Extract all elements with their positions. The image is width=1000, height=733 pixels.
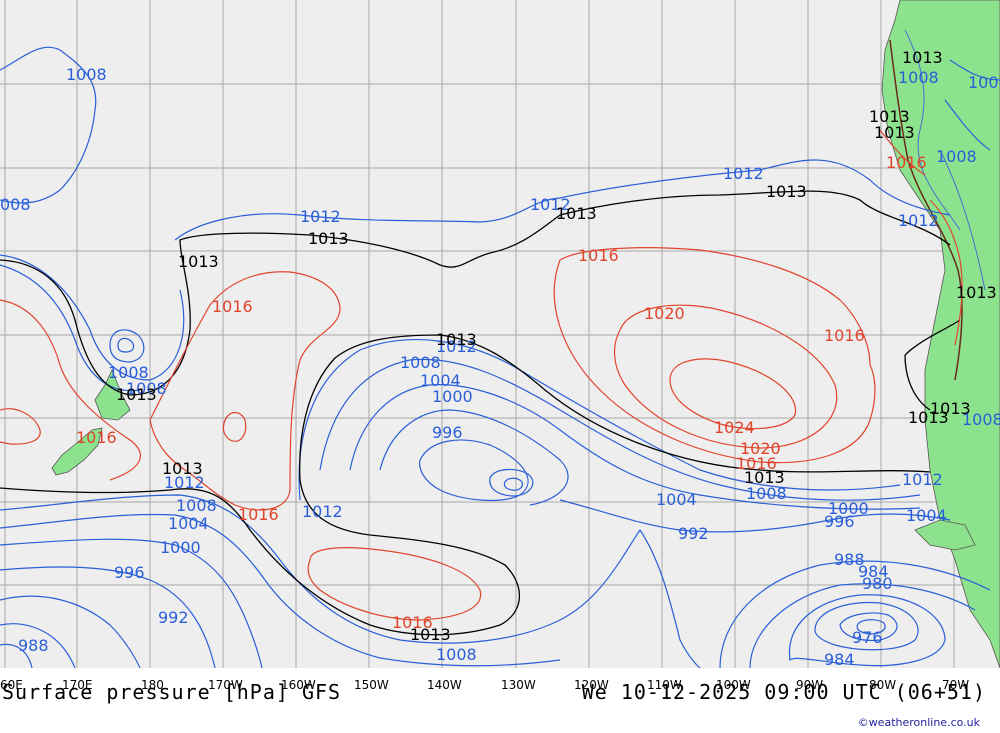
isobar-label: 1013 <box>556 204 597 223</box>
isobar-label: 976 <box>852 628 883 647</box>
isobar-label: 992 <box>678 524 709 543</box>
isobar-label: 1008 <box>176 496 217 515</box>
isobar-label: 1004 <box>168 514 209 533</box>
isobar-label: 1008 <box>436 645 477 664</box>
isobar-label: 996 <box>114 563 145 582</box>
isobar-label: 1012 <box>898 211 939 230</box>
isobar-label: 1020 <box>644 304 685 323</box>
isobar-label: 1013 <box>116 385 157 404</box>
isobar-label: 980 <box>862 574 893 593</box>
isobar-label: 1012 <box>902 470 943 489</box>
lon-tick-140w: 140W <box>427 678 462 692</box>
map-title: Surface pressure [hPa] GFS <box>2 680 342 704</box>
isobar-label: 996 <box>432 423 463 442</box>
isobar-label: 1012 <box>723 164 764 183</box>
isobar-label: 1000 <box>432 387 473 406</box>
isobar-label: 1013 <box>436 330 477 349</box>
isobar-label: 1016 <box>392 613 433 632</box>
isobar-label: 996 <box>824 512 855 531</box>
lon-tick-130w: 130W <box>501 678 536 692</box>
valid-time: We 10-12-2025 09:00 UTC (06+51) <box>581 680 986 704</box>
isobar-label: 1000 <box>160 538 201 557</box>
isobar-label: 1024 <box>714 418 755 437</box>
isobar-label: 992 <box>158 608 189 627</box>
isobar-label: 1013 <box>162 459 203 478</box>
isobar-label: 008 <box>0 195 31 214</box>
isobar-label: 1016 <box>824 326 865 345</box>
isobar-label: 1013 <box>308 229 349 248</box>
isobar-label: 984 <box>824 650 855 668</box>
isobar-label: 1008 <box>898 68 939 87</box>
lon-tick-150w: 150W <box>354 678 389 692</box>
isobar-label: 1016 <box>886 153 927 172</box>
isobar-label: 1012 <box>300 207 341 226</box>
isobar-label: 1013 <box>930 399 971 418</box>
isobar-label: 1013 <box>902 48 943 67</box>
isobar-label: 1004 <box>906 506 947 525</box>
isobar-label: 1008 <box>400 353 441 372</box>
isobar-label: 1008 <box>968 73 1000 92</box>
isobar-label: 1013 <box>178 252 219 271</box>
isobar-label: 988 <box>18 636 49 655</box>
isobar-label: 1012 <box>302 502 343 521</box>
isobar-label: 1016 <box>736 454 777 473</box>
isobar-label: 1013 <box>766 182 807 201</box>
isobar-label: 1013 <box>956 283 997 302</box>
isobar-label: 1004 <box>656 490 697 509</box>
isobar-label: 1016 <box>238 505 279 524</box>
pressure-map: 1008 008 1008 1012 1012 1012 1012 1008 1… <box>0 0 1000 668</box>
isobar-label: 1016 <box>76 428 117 447</box>
isobar-label: 1013 <box>874 123 915 142</box>
site-credit-link[interactable]: ©weatheronline.co.uk <box>858 716 980 729</box>
isobar-label: 1008 <box>66 65 107 84</box>
isobar-label: 1016 <box>578 246 619 265</box>
isobar-label: 1008 <box>936 147 977 166</box>
isobar-label: 1016 <box>212 297 253 316</box>
